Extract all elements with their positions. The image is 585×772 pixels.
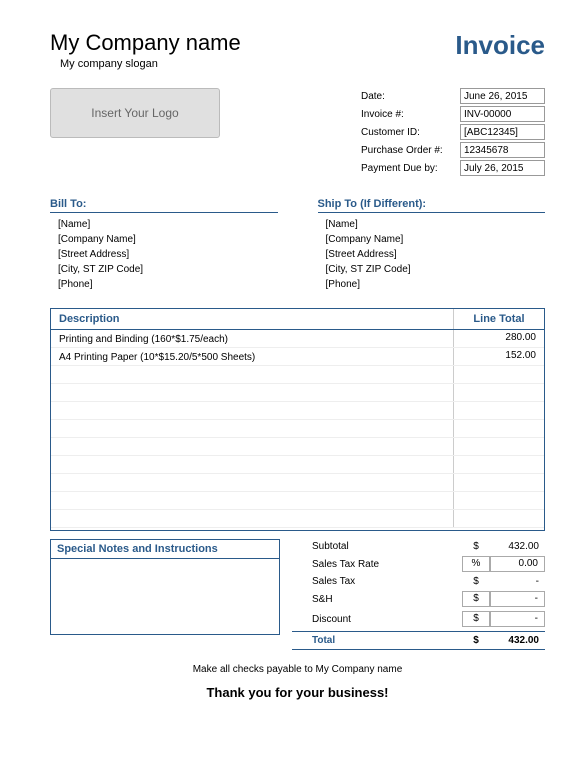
table-row[interactable] [51,456,544,474]
ship-to-street[interactable]: [Street Address] [326,249,546,260]
meta-label-invoice-no: Invoice #: [361,106,456,124]
total-row: Total $ 432.00 [292,631,545,650]
bill-to-title: Bill To: [50,198,278,213]
meta-value-date[interactable]: June 26, 2015 [460,88,545,104]
table-row[interactable] [51,366,544,384]
table-row[interactable] [51,510,544,528]
meta-value-customer-id[interactable]: [ABC12345] [460,124,545,140]
items-body: Printing and Binding (160*$1.75/each)280… [51,330,544,530]
subtotal-row: Subtotal $ 432.00 [292,539,545,554]
ship-to-phone[interactable]: [Phone] [326,279,546,290]
sh-val[interactable]: - [490,591,545,607]
tax-sym: $ [462,576,490,587]
company-name: My Company name [50,30,241,56]
meta-labels: Date: Invoice #: Customer ID: Purchase O… [361,88,456,178]
notes-body[interactable] [51,559,279,634]
taxrate-row: Sales Tax Rate % 0.00 [292,554,545,574]
addresses: Bill To: [Name] [Company Name] [Street A… [50,198,545,294]
meta-value-po[interactable]: 12345678 [460,142,545,158]
table-row[interactable] [51,420,544,438]
logo-meta-row: Insert Your Logo Date: Invoice #: Custom… [50,88,545,178]
logo-placeholder[interactable]: Insert Your Logo [50,88,220,138]
ship-to-block: Ship To (If Different): [Name] [Company … [318,198,546,294]
items-table: Description Line Total Printing and Bind… [50,308,545,531]
meta-label-customer-id: Customer ID: [361,124,456,142]
meta-values: June 26, 2015 INV-00000 [ABC12345] 12345… [460,88,545,178]
bill-to-street[interactable]: [Street Address] [58,249,278,260]
sh-sym: $ [462,591,490,607]
taxrate-sym: % [462,556,490,572]
table-row[interactable]: A4 Printing Paper (10*$15.20/5*500 Sheet… [51,348,544,366]
sh-row: S&H $ - [292,589,545,609]
item-desc: A4 Printing Paper (10*$15.20/5*500 Sheet… [51,348,454,365]
subtotal-sym: $ [462,541,490,552]
total-sym: $ [462,635,490,646]
company-slogan: My company slogan [60,58,241,70]
bill-to-city[interactable]: [City, ST ZIP Code] [58,264,278,275]
totals-block: Subtotal $ 432.00 Sales Tax Rate % 0.00 … [292,539,545,650]
table-row[interactable] [51,474,544,492]
tax-row: Sales Tax $ - [292,574,545,589]
meta-value-invoice-no[interactable]: INV-00000 [460,106,545,122]
bill-to-name[interactable]: [Name] [58,219,278,230]
invoice-title: Invoice [455,30,545,61]
items-header-desc: Description [51,309,454,329]
total-val: 432.00 [490,635,545,646]
notes-box: Special Notes and Instructions [50,539,280,635]
ship-to-city[interactable]: [City, ST ZIP Code] [326,264,546,275]
bottom-section: Special Notes and Instructions Subtotal … [50,539,545,650]
items-header: Description Line Total [51,309,544,330]
bill-to-block: Bill To: [Name] [Company Name] [Street A… [50,198,278,294]
thankyou-text: Thank you for your business! [50,685,545,700]
invoice-meta: Date: Invoice #: Customer ID: Purchase O… [361,88,545,178]
item-desc: Printing and Binding (160*$1.75/each) [51,330,454,347]
subtotal-label: Subtotal [292,541,462,552]
meta-label-date: Date: [361,88,456,106]
meta-label-due: Payment Due by: [361,160,456,178]
item-total: 280.00 [454,330,544,347]
items-header-total: Line Total [454,309,544,329]
notes-title: Special Notes and Instructions [51,540,279,559]
taxrate-label: Sales Tax Rate [292,559,462,570]
bill-to-phone[interactable]: [Phone] [58,279,278,290]
subtotal-val: 432.00 [490,541,545,552]
ship-to-name[interactable]: [Name] [326,219,546,230]
discount-sym: $ [462,611,490,627]
table-row[interactable]: Printing and Binding (160*$1.75/each)280… [51,330,544,348]
header: My Company name My company slogan Invoic… [50,30,545,70]
company-block: My Company name My company slogan [50,30,241,70]
tax-val: - [490,576,545,587]
discount-val[interactable]: - [490,611,545,627]
bill-to-company[interactable]: [Company Name] [58,234,278,245]
table-row[interactable] [51,438,544,456]
discount-row: Discount $ - [292,609,545,629]
discount-label: Discount [292,614,462,625]
table-row[interactable] [51,402,544,420]
meta-label-po: Purchase Order #: [361,142,456,160]
meta-value-due[interactable]: July 26, 2015 [460,160,545,176]
payable-text: Make all checks payable to My Company na… [50,664,545,675]
ship-to-title: Ship To (If Different): [318,198,546,213]
tax-label: Sales Tax [292,576,462,587]
item-total: 152.00 [454,348,544,365]
table-row[interactable] [51,384,544,402]
taxrate-val[interactable]: 0.00 [490,556,545,572]
table-row[interactable] [51,492,544,510]
ship-to-company[interactable]: [Company Name] [326,234,546,245]
total-label: Total [292,635,462,646]
sh-label: S&H [292,594,462,605]
